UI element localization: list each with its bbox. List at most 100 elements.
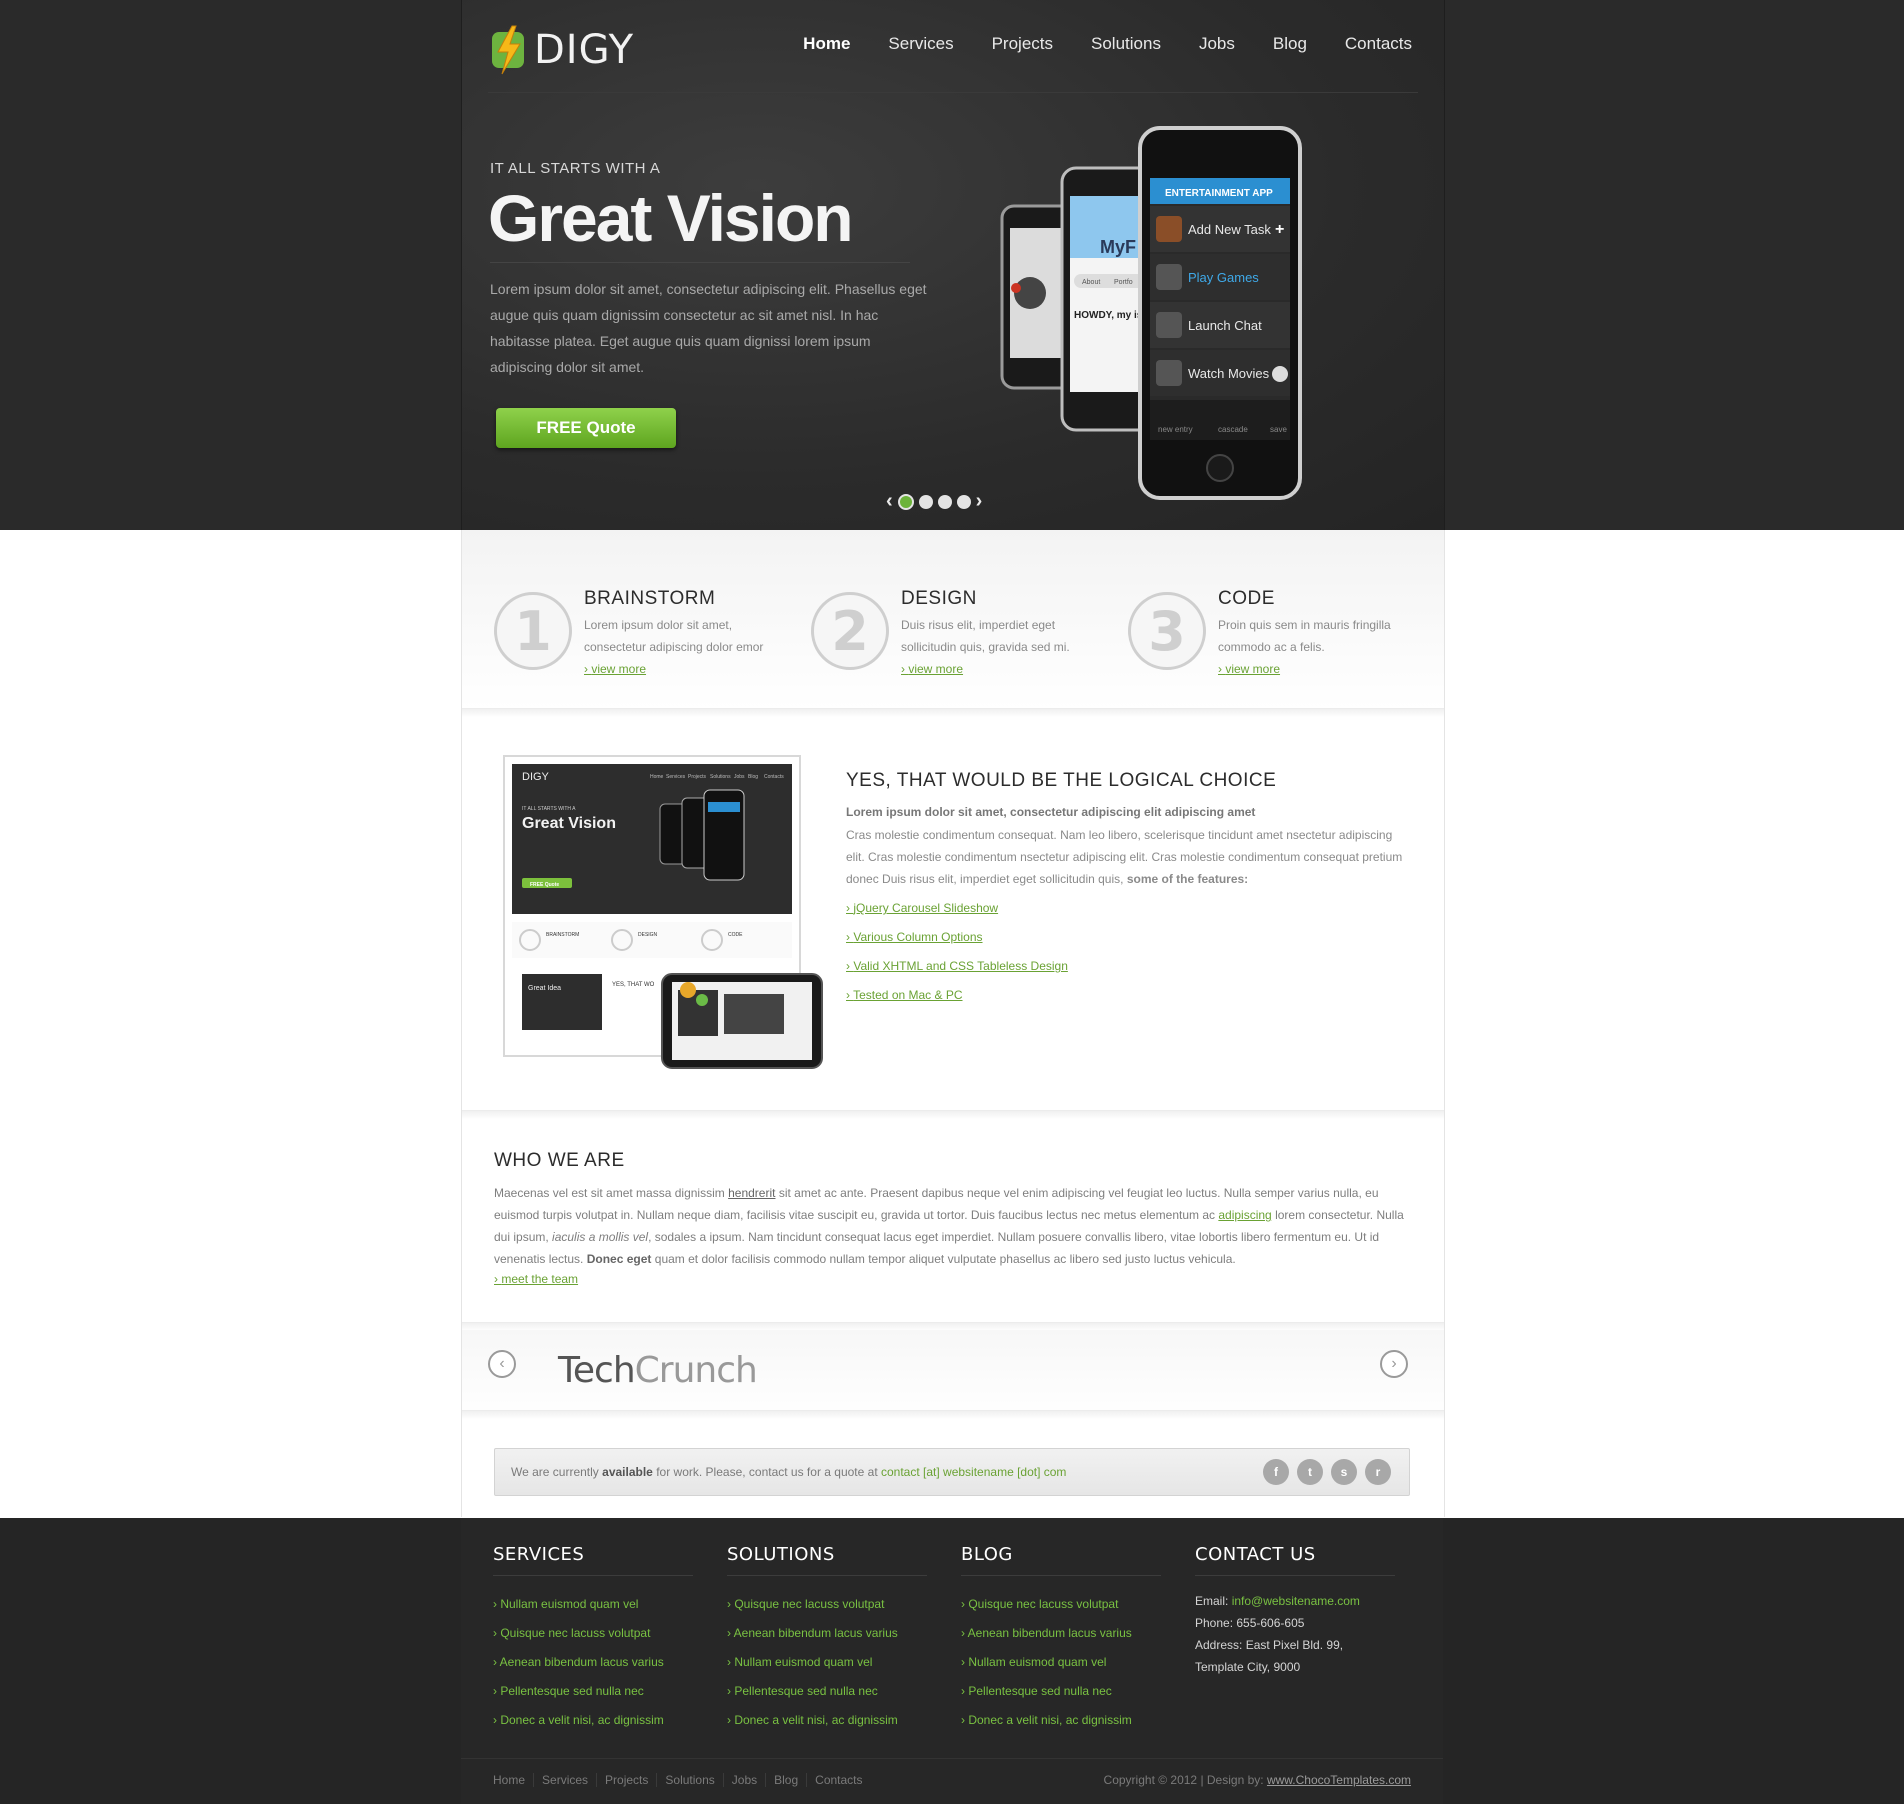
- contact-address: Template City, 9000: [1195, 1660, 1301, 1674]
- phone-toolbar-save: save: [1270, 425, 1287, 434]
- footer-rule: [493, 1575, 693, 1576]
- footer-link[interactable]: Pellentesque sed nulla nec: [727, 1677, 927, 1706]
- footer-title: CONTACT US: [1195, 1544, 1316, 1565]
- footer-nav-services[interactable]: Services: [533, 1773, 596, 1787]
- section-divider: [462, 708, 1444, 717]
- footer-nav-blog[interactable]: Blog: [765, 1773, 806, 1787]
- feature-link[interactable]: Various Column Options: [846, 923, 1068, 952]
- who-text-italic: iaculis a mollis vel: [552, 1230, 649, 1244]
- footer-solutions: SOLUTIONS Quisque nec lacuss volutpat Ae…: [727, 1544, 927, 1735]
- hendrerit-link[interactable]: hendrerit: [728, 1186, 775, 1200]
- logical-lead: Lorem ipsum dolor sit amet, consectetur …: [846, 805, 1256, 819]
- nav-projects[interactable]: Projects: [992, 34, 1053, 54]
- designer-link[interactable]: www.ChocoTemplates.com: [1267, 1773, 1411, 1787]
- footer-link[interactable]: Donec a velit nisi, ac dignissim: [727, 1706, 927, 1735]
- availability-email[interactable]: contact [at] websitename [dot] com: [881, 1465, 1066, 1479]
- who-text-bold: Donec eget: [586, 1252, 652, 1266]
- facebook-icon[interactable]: f: [1263, 1459, 1289, 1485]
- nav-contacts[interactable]: Contacts: [1345, 34, 1412, 54]
- section-divider: [462, 1110, 1444, 1119]
- footer-nav-contacts[interactable]: Contacts: [806, 1773, 870, 1787]
- thumb-nav-services: Services: [666, 774, 686, 780]
- slider-prev-icon[interactable]: ‹: [886, 490, 893, 513]
- thumb-brand: DIGY: [522, 771, 550, 783]
- footer-nav-home[interactable]: Home: [493, 1773, 533, 1787]
- email-link[interactable]: info@websitename.com: [1232, 1594, 1360, 1608]
- brand-logo-part: Crunch: [634, 1350, 758, 1391]
- rss-icon[interactable]: r: [1365, 1459, 1391, 1485]
- step-title: BRAINSTORM: [584, 588, 716, 609]
- logical-text: Cras molestie condimentum consequat. Nam…: [846, 824, 1406, 890]
- nav-blog[interactable]: Blog: [1273, 34, 1307, 54]
- footer-link[interactable]: Nullam euismod quam vel: [961, 1648, 1161, 1677]
- step-number: 1: [494, 592, 572, 670]
- feature-link[interactable]: Valid XHTML and CSS Tableless Design: [846, 952, 1068, 981]
- slider-next-icon[interactable]: ›: [976, 490, 983, 513]
- feature-link[interactable]: jQuery Carousel Slideshow: [846, 894, 1068, 923]
- footer-link[interactable]: Quisque nec lacuss volutpat: [961, 1590, 1161, 1619]
- copyright-text: Copyright © 2012 | Design by:: [1103, 1773, 1264, 1787]
- view-more-link[interactable]: view more: [584, 662, 646, 676]
- thumb-quote-button: FREE Quote: [530, 882, 559, 888]
- footer-link[interactable]: Donec a velit nisi, ac dignissim: [493, 1706, 693, 1735]
- carousel-prev-icon[interactable]: ‹: [488, 1350, 516, 1378]
- main-nav: Home Services Projects Solutions Jobs Bl…: [803, 34, 1412, 54]
- feature-link[interactable]: Tested on Mac & PC: [846, 981, 1068, 1010]
- thumb-mini-title: Great Idea: [528, 985, 561, 992]
- footer: SERVICES Nullam euismod quam vel Quisque…: [0, 1518, 1904, 1804]
- view-more-link[interactable]: view more: [1218, 662, 1280, 676]
- footer-nav-solutions[interactable]: Solutions: [656, 1773, 722, 1787]
- lightning-logo-icon: [492, 25, 524, 75]
- phone-app-item-add: Add New Task: [1188, 222, 1271, 237]
- adipiscing-link[interactable]: adipiscing: [1218, 1208, 1271, 1222]
- footer-link[interactable]: Pellentesque sed nulla nec: [493, 1677, 693, 1706]
- twitter-icon[interactable]: t: [1297, 1459, 1323, 1485]
- social-icons: f t s r: [1263, 1459, 1391, 1485]
- footer-contact: CONTACT US Email: info@websitename.com P…: [1195, 1544, 1395, 1678]
- nav-divider: [488, 92, 1418, 93]
- footer-link[interactable]: Pellentesque sed nulla nec: [961, 1677, 1161, 1706]
- logo[interactable]: DIGY: [488, 22, 634, 78]
- thumb-title: Great Vision: [522, 815, 616, 832]
- slider-dot[interactable]: [897, 493, 914, 510]
- nav-home[interactable]: Home: [803, 34, 850, 54]
- carousel-next-icon[interactable]: ›: [1380, 1350, 1408, 1378]
- phone2-tab-about: About: [1082, 279, 1100, 286]
- meet-the-team-link[interactable]: meet the team: [494, 1272, 578, 1286]
- header: DIGY Home Services Projects Solutions Jo…: [461, 0, 1445, 530]
- hero-text: Lorem ipsum dolor sit amet, consectetur …: [490, 281, 927, 375]
- footer-nav-projects[interactable]: Projects: [596, 1773, 656, 1787]
- skype-icon[interactable]: s: [1331, 1459, 1357, 1485]
- footer-link[interactable]: Donec a velit nisi, ac dignissim: [961, 1706, 1161, 1735]
- footer-link[interactable]: Quisque nec lacuss volutpat: [493, 1619, 693, 1648]
- slider-dot[interactable]: [937, 494, 952, 509]
- footer-nav-jobs[interactable]: Jobs: [722, 1773, 765, 1787]
- footer-link[interactable]: Quisque nec lacuss volutpat: [727, 1590, 927, 1619]
- nav-jobs[interactable]: Jobs: [1199, 34, 1235, 54]
- footer-title: SERVICES: [493, 1544, 585, 1565]
- contact-email: Email: info@websitename.com: [1195, 1590, 1395, 1612]
- footer-link[interactable]: Aenean bibendum lacus varius: [727, 1619, 927, 1648]
- free-quote-button[interactable]: FREE Quote: [496, 408, 676, 448]
- nav-solutions[interactable]: Solutions: [1091, 34, 1161, 54]
- footer-link[interactable]: Aenean bibendum lacus varius: [493, 1648, 693, 1677]
- footer-blog: BLOG Quisque nec lacuss volutpat Aenean …: [961, 1544, 1161, 1735]
- phone-toolbar-new: new entry: [1158, 425, 1193, 434]
- brand-logo-part: Tech: [558, 1350, 636, 1391]
- thumb-nav-contacts: Contacts: [764, 774, 784, 780]
- techcrunch-logo[interactable]: TechCrunch: [558, 1350, 758, 1391]
- footer-link[interactable]: Aenean bibendum lacus varius: [961, 1619, 1161, 1648]
- template-preview-image: DIGY Home Services Projects Solutions Jo…: [503, 755, 823, 1069]
- who-title: WHO WE ARE: [494, 1150, 625, 1171]
- footer-link[interactable]: Nullam euismod quam vel: [493, 1590, 693, 1619]
- slider-dot[interactable]: [918, 494, 933, 509]
- slider-dot[interactable]: [956, 494, 971, 509]
- hero-title: Great Vision: [488, 181, 854, 255]
- phone-toolbar-cascade: cascade: [1218, 425, 1248, 434]
- availability-text: We are currently available for work. Ple…: [511, 1465, 1066, 1479]
- thumb-mini-heading: YES, THAT WO: [612, 982, 655, 988]
- nav-services[interactable]: Services: [888, 34, 953, 54]
- footer-nav: Home Services Projects Solutions Jobs Bl…: [493, 1773, 871, 1787]
- footer-link[interactable]: Nullam euismod quam vel: [727, 1648, 927, 1677]
- view-more-link[interactable]: view more: [901, 662, 963, 676]
